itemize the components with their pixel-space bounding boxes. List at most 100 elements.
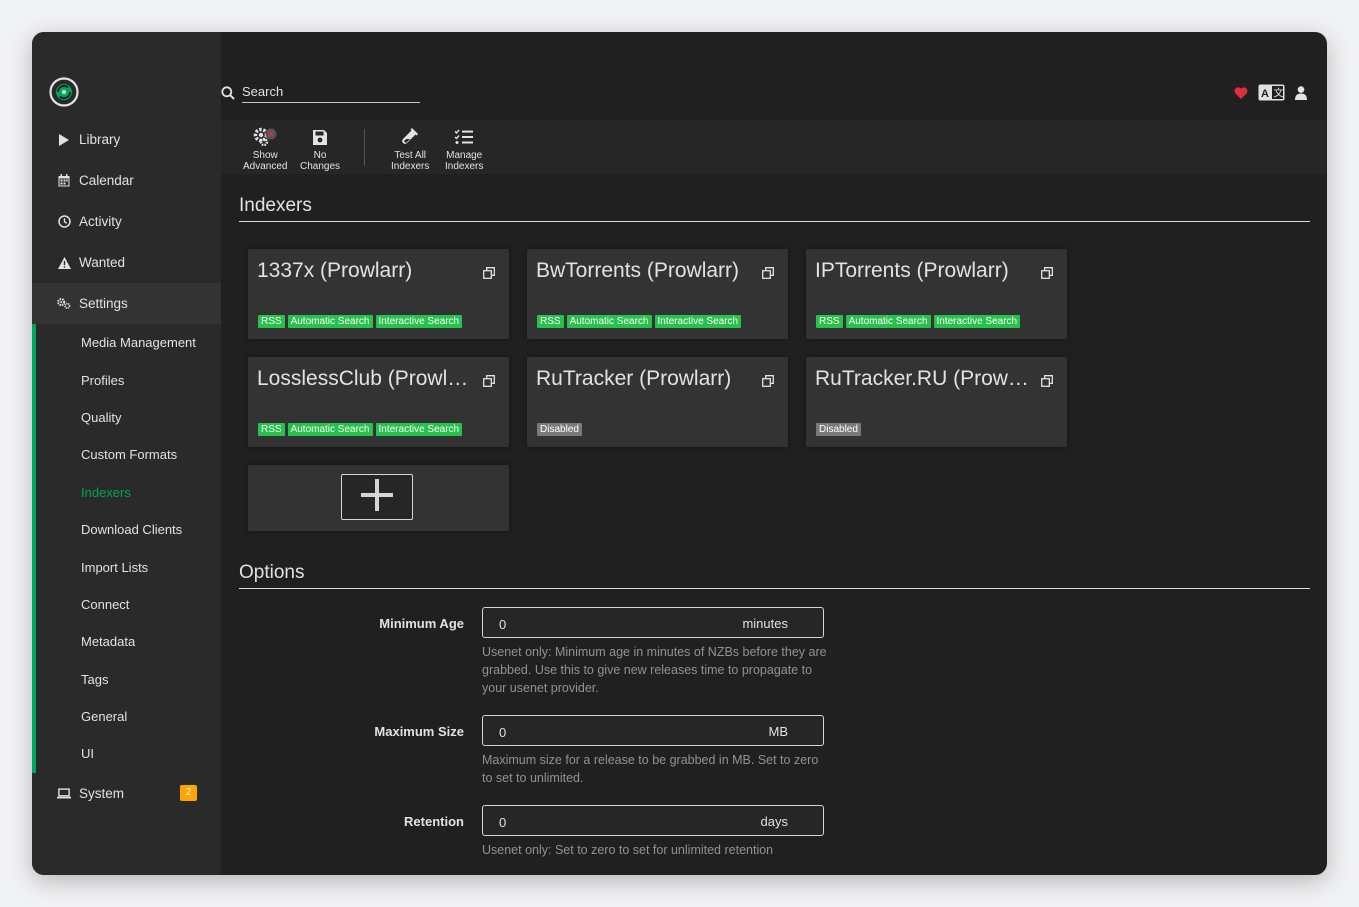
sidebar-item-activity[interactable]: Activity xyxy=(32,201,221,242)
maximum-size-input[interactable] xyxy=(497,724,741,741)
sidebar-item-label: Calendar xyxy=(79,173,134,188)
label-interactive-search: Interactive Search xyxy=(654,315,742,328)
add-indexer-button[interactable] xyxy=(341,474,413,520)
settings-item-download-clients[interactable]: Download Clients xyxy=(32,511,221,548)
indexer-name: RuTracker.RU (Prowla... xyxy=(815,367,1030,390)
indexer-name: IPTorrents (Prowlarr) xyxy=(815,259,1009,282)
save-icon xyxy=(312,126,328,148)
retention-input[interactable] xyxy=(497,814,741,831)
indexer-labels: Disabled xyxy=(816,423,861,436)
warning-icon xyxy=(57,256,71,270)
retention-field-wrapper: days xyxy=(482,805,824,836)
settings-item-media-management[interactable]: Media Management xyxy=(32,324,221,361)
settings-item-metadata[interactable]: Metadata xyxy=(32,623,221,660)
manage-indexers-button[interactable]: Manage Indexers xyxy=(445,126,483,172)
settings-item-indexers[interactable]: Indexers xyxy=(32,474,221,511)
settings-item-import-lists[interactable]: Import Lists xyxy=(32,548,221,585)
page-toolbar: Show Advanced No Changes Test All Indexe… xyxy=(221,120,1327,174)
settings-item-tags[interactable]: Tags xyxy=(32,661,221,698)
label-interactive-search: Interactive Search xyxy=(375,315,463,328)
label-interactive-search: Interactive Search xyxy=(375,423,463,436)
retention-help: Usenet only: Set to zero to set for unli… xyxy=(482,843,774,857)
minimum-age-unit: minutes xyxy=(742,616,788,631)
label-rss: RSS xyxy=(258,315,285,328)
sidebar-item-calendar[interactable]: Calendar xyxy=(32,160,221,201)
settings-item-connect[interactable]: Connect xyxy=(32,586,221,623)
settings-item-ui[interactable]: UI xyxy=(32,735,221,772)
sidebar-item-wanted[interactable]: Wanted xyxy=(32,242,221,283)
indexer-name: RuTracker (Prowlarr) xyxy=(536,367,732,390)
indexer-labels: RSS Automatic Search Interactive Search xyxy=(816,315,1021,328)
label-interactive-search: Interactive Search xyxy=(933,315,1021,328)
sidebar-item-label: Wanted xyxy=(79,255,126,270)
clone-icon[interactable] xyxy=(1041,374,1053,387)
sidebar-item-library[interactable]: Library xyxy=(32,119,221,160)
indexer-card[interactable]: BwTorrents (Prowlarr) RSS Automatic Sear… xyxy=(527,249,788,339)
clone-icon[interactable] xyxy=(762,374,774,387)
toolbar-separator xyxy=(364,129,365,166)
indexer-card[interactable]: RuTracker.RU (Prowla... Disabled xyxy=(806,357,1067,447)
retention-unit: days xyxy=(760,814,788,829)
sidebar-item-label: System xyxy=(79,785,125,801)
user-icon[interactable] xyxy=(1295,85,1307,105)
cogs-icon xyxy=(57,297,71,311)
settings-item-general[interactable]: General xyxy=(32,698,221,735)
donate-heart-icon[interactable] xyxy=(1234,86,1248,104)
label-automatic-search: Automatic Search xyxy=(566,315,652,328)
settings-item-profiles[interactable]: Profiles xyxy=(32,361,221,398)
retention-label: Retention xyxy=(404,814,464,829)
indexer-card[interactable]: RuTracker (Prowlarr) Disabled xyxy=(527,357,788,447)
sidebar-item-system[interactable]: System 2 xyxy=(32,773,221,814)
minimum-age-label: Minimum Age xyxy=(379,616,464,631)
show-advanced-button[interactable]: Show Advanced xyxy=(243,126,287,172)
clone-icon[interactable] xyxy=(1041,266,1053,279)
indexer-card[interactable]: LosslessClub (Prowla... RSS Automatic Se… xyxy=(248,357,509,447)
no-changes-button[interactable]: No Changes xyxy=(300,126,340,172)
label-rss: RSS xyxy=(816,315,843,328)
indexer-card[interactable]: 1337x (Prowlarr) RSS Automatic Search In… xyxy=(248,249,509,339)
svg-text:A: A xyxy=(1261,88,1269,100)
test-all-indexers-button[interactable]: Test All Indexers xyxy=(391,126,429,172)
advanced-settings-icon xyxy=(252,126,278,148)
sidebar-item-label: Activity xyxy=(79,214,122,229)
indexer-name: LosslessClub (Prowla... xyxy=(257,367,472,390)
clone-icon[interactable] xyxy=(762,266,774,279)
play-icon xyxy=(57,133,71,147)
search-input[interactable] xyxy=(242,82,420,103)
clone-icon[interactable] xyxy=(483,374,495,387)
header-actions: A文 xyxy=(1234,84,1307,106)
keyboard-shortcuts-icon[interactable]: A文 xyxy=(1258,84,1285,106)
label-disabled: Disabled xyxy=(537,423,582,436)
app-window: Library Calendar Activity Wanted Setting… xyxy=(32,32,1327,875)
settings-section: Settings Media Management Profiles Quali… xyxy=(32,283,221,773)
indexer-card[interactable]: IPTorrents (Prowlarr) RSS Automatic Sear… xyxy=(806,249,1067,339)
clone-icon[interactable] xyxy=(483,266,495,279)
label-automatic-search: Automatic Search xyxy=(845,315,931,328)
label-automatic-search: Automatic Search xyxy=(287,423,373,436)
sidebar-item-settings[interactable]: Settings xyxy=(32,283,221,324)
test-tube-icon xyxy=(401,126,419,148)
search-box xyxy=(221,82,420,103)
maximum-size-help: Maximum size for a release to be grabbed… xyxy=(482,753,819,785)
plus-icon xyxy=(360,478,394,517)
indexer-labels: RSS Automatic Search Interactive Search xyxy=(258,315,463,328)
minimum-age-field-wrapper: minutes xyxy=(482,607,824,638)
indexer-labels: Disabled xyxy=(537,423,582,436)
maximum-size-unit: MB xyxy=(768,724,789,739)
label-automatic-search: Automatic Search xyxy=(287,315,373,328)
maximum-size-field-wrapper: MB xyxy=(482,715,824,746)
app-logo-icon[interactable] xyxy=(49,77,79,107)
sidebar-item-label: Library xyxy=(79,132,121,147)
indexer-labels: RSS Automatic Search Interactive Search xyxy=(258,423,463,436)
settings-item-custom-formats[interactable]: Custom Formats xyxy=(32,436,221,473)
add-indexer-card xyxy=(248,465,509,531)
minimum-age-input[interactable] xyxy=(497,616,741,633)
list-check-icon xyxy=(454,126,474,148)
indexer-labels: RSS Automatic Search Interactive Search xyxy=(537,315,742,328)
settings-item-quality[interactable]: Quality xyxy=(32,399,221,436)
options-section-title: Options xyxy=(239,562,1310,589)
indexers-section-title: Indexers xyxy=(239,195,1310,222)
sidebar-item-label: Settings xyxy=(79,296,128,311)
calendar-icon xyxy=(57,174,71,188)
minimum-age-help: Usenet only: Minimum age in minutes of N… xyxy=(482,645,827,695)
